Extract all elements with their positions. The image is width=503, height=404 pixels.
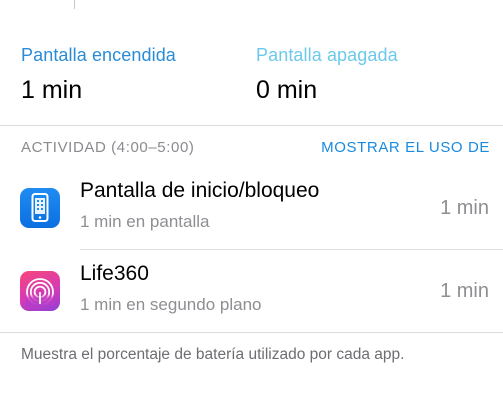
- app-usage-time: 1 min: [440, 280, 489, 302]
- activity-title: ACTIVIDAD (4:00–5:00): [21, 139, 195, 156]
- app-usage-time: 1 min: [440, 197, 489, 219]
- app-row-life360[interactable]: Life360 1 min en segundo plano 1 min: [0, 249, 503, 332]
- phone-screen-icon: [20, 188, 60, 228]
- battery-usage-screen: Pantalla encendida 1 min Pantalla apagad…: [0, 0, 503, 404]
- app-usage-detail: 1 min en pantalla: [80, 212, 210, 231]
- life360-icon: [20, 271, 60, 311]
- footer-note-text: Muestra el porcentaje de batería utiliza…: [21, 346, 405, 363]
- screen-on-value: 1 min: [21, 76, 83, 104]
- screen-off-label: Pantalla apagada: [256, 45, 398, 65]
- app-name: Life360: [80, 262, 149, 285]
- footer-note: Muestra el porcentaje de batería utiliza…: [0, 333, 503, 404]
- screen-usage-summary: Pantalla encendida 1 min Pantalla apagad…: [21, 44, 503, 104]
- screen-on-label: Pantalla encendida: [21, 45, 176, 65]
- chart-axis-tick: [74, 0, 75, 9]
- screen-off-value: 0 min: [256, 76, 318, 104]
- screen-off-stat: Pantalla apagada 0 min: [256, 44, 398, 105]
- app-row-home-lock-screen[interactable]: Pantalla de inicio/bloqueo 1 min en pant…: [0, 166, 503, 249]
- app-usage-detail: 1 min en segundo plano: [80, 295, 262, 314]
- app-name: Pantalla de inicio/bloqueo: [80, 179, 320, 202]
- show-usage-by-button[interactable]: MOSTRAR EL USO DE: [321, 139, 490, 156]
- app-usage-list: Pantalla de inicio/bloqueo 1 min en pant…: [0, 166, 503, 332]
- activity-section-header: ACTIVIDAD (4:00–5:00) MOSTRAR EL USO DE: [0, 125, 503, 165]
- screen-on-stat: Pantalla encendida 1 min: [21, 44, 176, 105]
